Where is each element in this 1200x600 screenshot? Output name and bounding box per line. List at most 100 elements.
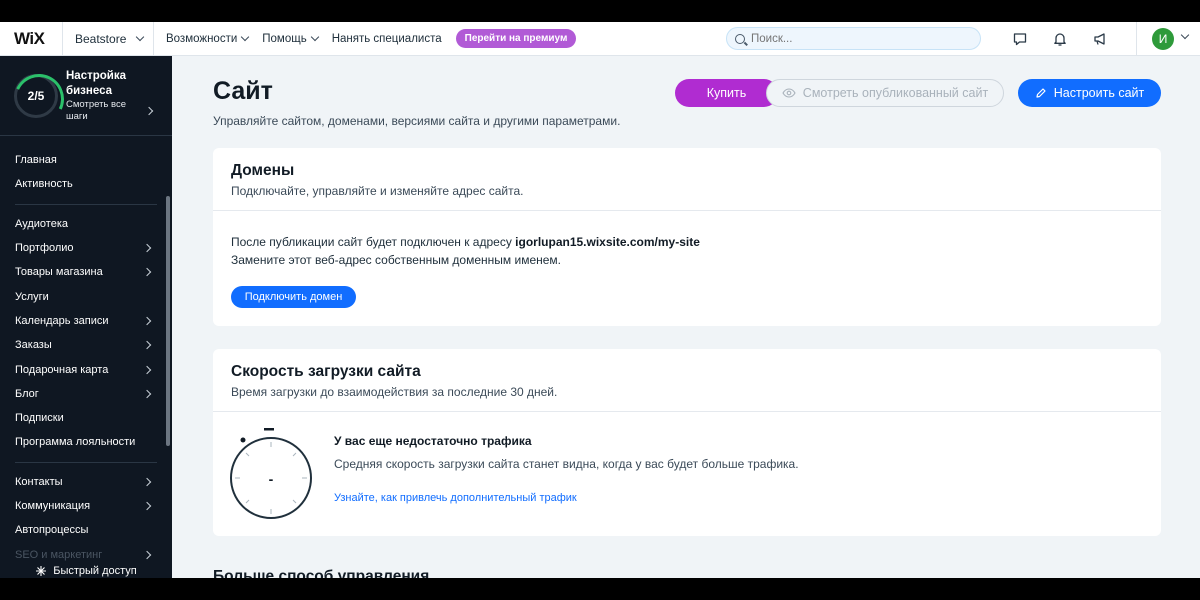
no-traffic-desc: Средняя скорость загрузки сайта станет в… — [334, 457, 799, 471]
domain-address-line: После публикации сайт будет подключен к … — [231, 233, 1143, 251]
sidebar-item[interactable]: Портфолио — [0, 236, 172, 260]
pencil-icon — [1036, 88, 1046, 98]
attract-traffic-link[interactable]: Узнайте, как привлечь дополнительный тра… — [334, 492, 577, 504]
stopwatch-gauge-icon: - — [230, 428, 312, 519]
sidebar-item-label: Заказы — [15, 339, 52, 352]
buy-button[interactable]: Купить — [675, 79, 778, 107]
chevron-right-icon — [144, 106, 154, 116]
nav-help[interactable]: Помощь — [262, 32, 319, 45]
sidebar-item[interactable]: Подписки — [0, 406, 172, 430]
sidebar-item-label: Календарь записи — [15, 314, 109, 327]
setup-view-all-steps[interactable]: Смотреть все шаги — [66, 99, 136, 123]
speed-title: Скорость загрузки сайта — [231, 363, 421, 380]
chevron-down-icon[interactable] — [1180, 30, 1190, 40]
sidebar-item-label: Коммуникация — [15, 500, 91, 512]
top-icons — [1000, 22, 1137, 56]
view-published-label: Смотреть опубликованный сайт — [802, 86, 989, 100]
sidebar-item[interactable]: Автопроцессы — [0, 518, 172, 542]
sidebar-item[interactable]: Активность — [0, 172, 172, 196]
chevron-right-icon — [142, 550, 152, 559]
sidebar-item[interactable]: Главная — [0, 148, 172, 172]
sidebar-item[interactable]: Коммуникация — [0, 494, 172, 518]
domains-card: Домены Подключайте, управляйте и изменяй… — [213, 148, 1161, 326]
no-traffic-title: У вас еще недостаточно трафика — [334, 434, 532, 448]
speed-body: - У вас еще недостаточно трафика Средняя… — [213, 412, 1161, 536]
wix-logo[interactable]: WiX — [0, 29, 62, 49]
chevron-right-icon — [142, 389, 152, 399]
view-published-site-button[interactable]: Смотреть опубликованный сайт — [766, 79, 1004, 107]
chevron-right-icon — [142, 477, 152, 486]
sidebar-item[interactable]: Подарочная карта — [0, 357, 172, 381]
chevron-right-icon — [142, 316, 152, 326]
setup-progress-text: 2/5 — [27, 89, 45, 103]
screen-frame-top — [0, 0, 1200, 22]
sidebar-item-label: Аудиотека — [15, 217, 68, 230]
domains-body: После публикации сайт будет подключен к … — [213, 211, 1161, 291]
edit-site-button[interactable]: Настроить сайт — [1018, 79, 1161, 107]
search-input[interactable] — [751, 32, 961, 45]
top-divider — [1136, 22, 1137, 56]
chevron-right-icon — [142, 243, 152, 253]
sidebar-item[interactable]: Заказы — [0, 333, 172, 357]
setup-title: Настройка бизнеса — [66, 70, 126, 97]
quick-access-button[interactable]: Быстрый доступ — [0, 564, 172, 578]
business-setup-widget[interactable]: 2/5 Настройка бизнеса Смотреть все шаги — [0, 56, 172, 136]
site-name: Beatstore — [75, 31, 127, 46]
chevron-right-icon — [142, 501, 152, 511]
avatar[interactable]: И — [1152, 28, 1174, 50]
chevron-right-icon — [142, 340, 152, 350]
screen-frame-bottom — [0, 578, 1200, 600]
speed-desc: Время загрузки до взаимодействия за посл… — [231, 385, 558, 399]
sidebar-item-label: Активность — [15, 178, 73, 191]
sidebar-item-label: Подарочная карта — [15, 363, 109, 376]
domain-replace-hint: Замените этот веб-адрес собственным доме… — [231, 253, 562, 267]
sidebar-item-label: Блог — [15, 387, 39, 400]
sidebar-item[interactable]: Услуги — [0, 284, 172, 308]
nav-features[interactable]: Возможности — [166, 32, 250, 45]
site-switcher[interactable]: Beatstore — [62, 21, 154, 56]
sidebar-item[interactable]: Программа лояльности — [0, 430, 172, 454]
sidebar-item[interactable]: Аудиотека — [0, 212, 172, 236]
nav-help-label: Помощь — [262, 32, 307, 45]
sidebar-item-label: Подписки — [15, 412, 64, 425]
gauge-value: - — [269, 471, 274, 487]
sidebar-item-label: Программа лояльности — [15, 436, 136, 449]
nav-hire-expert[interactable]: Нанять специалиста — [332, 33, 442, 45]
edit-site-label: Настроить сайт — [1053, 86, 1145, 100]
sidebar-item-label: Главная — [15, 154, 57, 167]
nav-features-label: Возможности — [166, 32, 238, 45]
search-icon — [735, 33, 745, 44]
site-domain: igorlupan15.wixsite.com/my-site — [515, 235, 700, 249]
main-content: Сайт Управляйте сайтом, доменами, версия… — [172, 56, 1200, 578]
megaphone-icon[interactable] — [1080, 22, 1120, 56]
domain-prefix-text: После публикации сайт будет подключен к … — [231, 235, 516, 249]
chevron-down-icon — [241, 32, 250, 42]
sidebar-divider — [15, 203, 157, 205]
sidebar-item-label: Автопроцессы — [15, 524, 89, 537]
page-subtitle: Управляйте сайтом, доменами, версиями са… — [213, 114, 621, 128]
sidebar-divider — [15, 461, 157, 463]
chevron-down-icon — [135, 32, 145, 42]
sidebar-item-label: Товары магазина — [15, 266, 103, 279]
more-management-title: Больше способ управления — [213, 568, 430, 578]
sidebar-item[interactable]: Контакты — [0, 470, 172, 494]
eye-icon — [782, 88, 796, 98]
speed-card-header: Скорость загрузки сайта Время загрузки д… — [213, 349, 1161, 412]
chat-icon[interactable] — [1000, 22, 1040, 56]
connect-domain-button[interactable]: Подключить домен — [231, 286, 356, 308]
domains-desc: Подключайте, управляйте и изменяйте адре… — [231, 184, 524, 198]
sidebar-item[interactable]: Товары магазина — [0, 260, 172, 284]
setup-progress-ring: 2/5 — [14, 74, 58, 118]
bell-icon[interactable] — [1040, 22, 1080, 56]
domains-title: Домены — [231, 162, 295, 179]
sidebar-scrollbar[interactable] — [166, 196, 170, 446]
sidebar-item[interactable]: Календарь записи — [0, 309, 172, 333]
upgrade-premium-button[interactable]: Перейти на премиум — [455, 29, 577, 48]
sidebar-item[interactable]: Блог — [0, 382, 172, 406]
chevron-right-icon — [142, 365, 152, 374]
page-title: Сайт — [213, 77, 273, 105]
sidebar-menu: Главная Активность Аудиотека Портфолио Товар… — [0, 136, 172, 567]
chevron-down-icon — [310, 32, 319, 42]
chevron-right-icon — [142, 268, 152, 277]
search-bar[interactable] — [726, 27, 981, 50]
